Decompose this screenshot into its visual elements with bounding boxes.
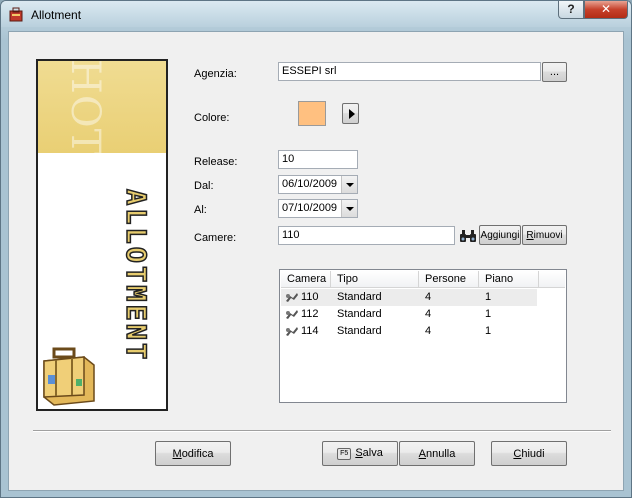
color-picker-button[interactable] [342, 103, 359, 124]
agenzia-label: Agenzia: [194, 68, 237, 80]
al-date-value: 07/10/2009 [282, 202, 338, 214]
colore-label: Colore: [194, 112, 230, 124]
cell-persone: 4 [425, 308, 432, 320]
release-label: Release: [194, 156, 238, 168]
color-swatch[interactable] [298, 101, 326, 126]
table-row[interactable]: 110 Standard 4 1 [281, 289, 537, 306]
cell-camera: 112 [301, 308, 319, 320]
salva-button[interactable]: F5 Salva [322, 441, 398, 466]
cell-piano: 1 [485, 308, 492, 320]
modifica-button[interactable]: Modifica [155, 441, 231, 466]
cell-camera: 110 [301, 291, 319, 303]
allotment-banner: HOTEL ALLOTMENT [36, 59, 168, 411]
binoculars-icon[interactable] [458, 226, 478, 245]
suitcase-icon [43, 347, 95, 406]
cell-piano: 1 [485, 325, 492, 337]
column-header-piano[interactable]: Piano [479, 271, 539, 288]
cell-tipo: Standard [337, 325, 382, 337]
column-header-filler [539, 271, 565, 288]
bottom-separator [33, 430, 611, 432]
room-icon [286, 327, 298, 336]
table-row[interactable]: 114 Standard 4 1 [281, 323, 537, 340]
dialog-client-area: HOTEL ALLOTMENT Agenzia: ESSEPI srl ... … [8, 31, 624, 491]
cell-persone: 4 [425, 291, 432, 303]
browse-agenzia-button[interactable]: ... [542, 62, 567, 82]
camere-field[interactable]: 110 [278, 226, 455, 245]
close-window-button[interactable]: ✕ [584, 1, 628, 19]
cell-piano: 1 [485, 291, 492, 303]
annulla-label-rest: nnulla [425, 447, 456, 460]
dal-label: Dal: [194, 180, 214, 192]
allotment-window: Allotment ? ✕ HOTEL ALLOTMENT Agenzia: E… [0, 0, 632, 498]
release-field[interactable]: 10 [278, 150, 358, 169]
column-header-persone[interactable]: Persone [419, 271, 479, 288]
rimuovi-button[interactable]: Rimuovi [522, 225, 567, 245]
hotel-watermark: HOTEL [62, 59, 108, 215]
rimuovi-mnemonic: R [526, 229, 534, 241]
modifica-mnemonic: M [172, 447, 182, 460]
al-date-picker[interactable]: 07/10/2009 [278, 199, 358, 218]
column-header-camera[interactable]: Camera [281, 271, 331, 288]
column-header-tipo[interactable]: Tipo [331, 271, 419, 288]
camere-label: Camere: [194, 232, 237, 244]
cell-camera: 114 [301, 325, 319, 337]
agenzia-field[interactable]: ESSEPI srl [278, 62, 541, 81]
annulla-button[interactable]: Annulla [399, 441, 475, 466]
triangle-right-icon [349, 109, 355, 119]
annulla-mnemonic: A [418, 447, 426, 460]
al-dropdown-arrow-icon[interactable] [341, 200, 357, 217]
room-icon [286, 310, 298, 319]
camere-list[interactable]: Camera Tipo Persone Piano 110 Standard 4… [279, 269, 567, 403]
aggiungi-button[interactable]: Aggiungi [479, 225, 521, 245]
dal-dropdown-arrow-icon[interactable] [341, 176, 357, 193]
salva-mnemonic: S [355, 447, 363, 460]
f5-key-icon: F5 [337, 447, 352, 460]
chiudi-label-rest: hiudi [521, 447, 545, 460]
window-title: Allotment [31, 8, 82, 22]
modifica-label-rest: odifica [181, 447, 214, 460]
title-bar[interactable]: Allotment ? ✕ [1, 1, 631, 27]
dal-date-picker[interactable]: 06/10/2009 [278, 175, 358, 194]
cell-persone: 4 [425, 325, 432, 337]
cell-tipo: Standard [337, 291, 382, 303]
table-row[interactable]: 112 Standard 4 1 [281, 306, 537, 323]
salva-label-rest: alva [362, 447, 383, 460]
app-icon [9, 7, 23, 22]
chiudi-button[interactable]: Chiudi [491, 441, 567, 466]
cell-tipo: Standard [337, 308, 382, 320]
room-icon [286, 293, 298, 302]
dal-date-value: 06/10/2009 [282, 178, 338, 190]
banner-vertical-text: ALLOTMENT [119, 188, 152, 363]
help-button[interactable]: ? [558, 1, 584, 19]
rimuovi-label-rest: imuovi [533, 229, 563, 241]
al-label: Al: [194, 204, 207, 216]
list-header: Camera Tipo Persone Piano [281, 271, 565, 288]
